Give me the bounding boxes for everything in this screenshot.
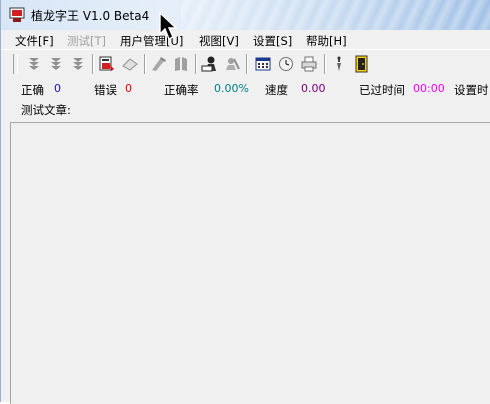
error-value: 0	[125, 82, 132, 95]
article-label: 测试文章:	[21, 103, 71, 117]
user-keyboard-icon[interactable]	[201, 55, 219, 73]
stack-down-icon-3[interactable]	[69, 55, 87, 73]
calculator-icon[interactable]	[254, 55, 272, 73]
accuracy-value: 0.00%	[214, 82, 249, 95]
stack-down-icon[interactable]	[25, 55, 43, 73]
clock-icon[interactable]	[277, 55, 295, 73]
gray-book-icon[interactable]	[172, 55, 190, 73]
toolbar-separator-3	[195, 54, 196, 74]
elapsed-label: 已过时间	[359, 83, 405, 97]
speed-label: 速度	[265, 83, 288, 97]
toolbar-separator-2	[144, 54, 145, 74]
speed-value: 0.00	[301, 82, 326, 95]
tools-icon[interactable]	[330, 55, 348, 73]
gray-user-icon[interactable]	[223, 55, 241, 73]
menu-bar: 文件[F] 测试[T] 用户管理[U] 视图[V] 设置[S] 帮助[H]	[1, 30, 490, 49]
error-label: 错误	[94, 83, 117, 97]
toolbar-separator	[92, 54, 93, 74]
toolbar-separator-5	[324, 54, 325, 74]
toolbar-grip[interactable]	[13, 54, 18, 74]
title-bar[interactable]: 植龙字王 V1.0 Beta4	[1, 0, 490, 30]
red-document-icon[interactable]	[98, 55, 116, 73]
gray-tool-icon[interactable]	[150, 55, 168, 73]
elapsed-value: 00:00	[413, 82, 445, 95]
window-title: 植龙字王 V1.0 Beta4	[31, 9, 150, 23]
toolbar	[1, 49, 490, 78]
stats-row: 正确 0 错误 0 正确率 0.00% 速度 0.00 已过时间 00:00 设…	[1, 80, 490, 98]
correct-value: 0	[54, 82, 61, 95]
mouse-cursor-icon	[159, 12, 178, 40]
menu-view[interactable]: 视图[V]	[199, 33, 239, 49]
menu-settings[interactable]: 设置[S]	[253, 33, 292, 49]
stack-down-icon-2[interactable]	[47, 55, 65, 73]
menu-file[interactable]: 文件[F]	[15, 33, 54, 49]
exit-door-icon[interactable]	[352, 55, 370, 73]
accuracy-label: 正确率	[164, 83, 199, 97]
correct-label: 正确	[21, 83, 44, 97]
toolbar-separator-4	[246, 54, 247, 74]
eraser-icon[interactable]	[121, 55, 139, 73]
menu-test[interactable]: 测试[T]	[67, 33, 106, 49]
article-text-area[interactable]	[10, 122, 490, 404]
printer-icon[interactable]	[300, 55, 318, 73]
app-icon[interactable]	[9, 7, 25, 23]
set-time-label: 设置时	[454, 83, 489, 97]
app-window: 植龙字王 V1.0 Beta4 文件[F] 测试[T] 用户管理[U] 视图[V…	[0, 0, 490, 404]
menu-help[interactable]: 帮助[H]	[306, 33, 347, 49]
